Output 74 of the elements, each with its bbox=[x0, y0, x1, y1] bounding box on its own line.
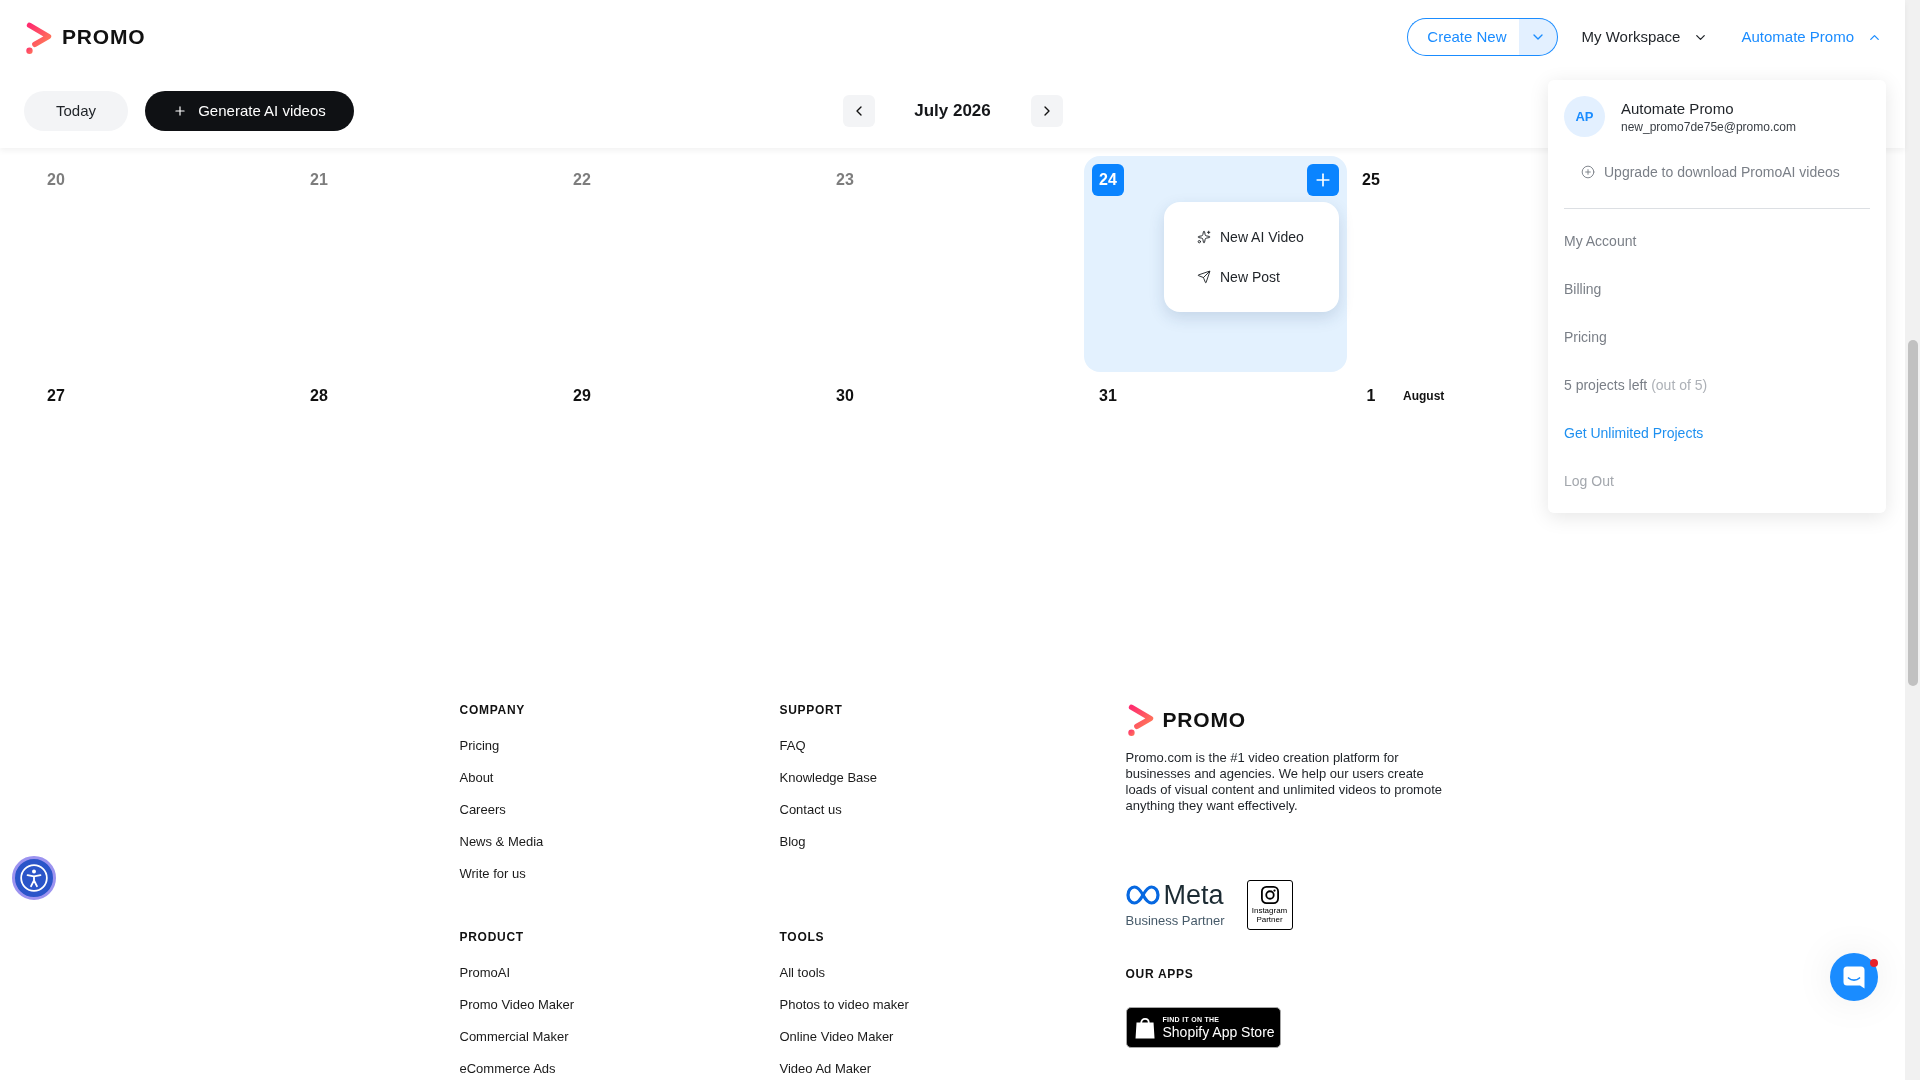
next-month-button[interactable] bbox=[1030, 95, 1063, 127]
meta-wordmark: Meta bbox=[1163, 881, 1224, 909]
camera-icon bbox=[1260, 886, 1279, 904]
footer-heading: OUR APPS bbox=[1125, 966, 1194, 982]
logo-wordmark: PROMO bbox=[1162, 706, 1247, 733]
month-label: August bbox=[1403, 388, 1445, 405]
footer-heading: TOOLS bbox=[779, 929, 825, 945]
footer-link[interactable]: Careers bbox=[459, 800, 506, 820]
today-button[interactable]: Today bbox=[24, 91, 128, 131]
add-event-button[interactable] bbox=[1307, 164, 1339, 196]
chat-bubble-icon bbox=[1843, 965, 1865, 989]
day-number: 1 bbox=[1365, 386, 1377, 406]
account-menu-link[interactable]: Pricing bbox=[1564, 326, 1607, 348]
footer-link[interactable]: Video Ad Maker bbox=[779, 1059, 872, 1079]
account-email: new_promo7de75e@promo.com bbox=[1621, 118, 1796, 135]
day-number: 30 bbox=[835, 386, 855, 406]
footer-heading: SUPPORT bbox=[779, 702, 843, 718]
month-title: July 2026 bbox=[913, 100, 992, 123]
chat-button[interactable] bbox=[1830, 953, 1878, 1001]
day-number: 21 bbox=[309, 170, 329, 190]
footer-link[interactable]: eCommerce Ads bbox=[459, 1059, 556, 1079]
footer-link[interactable]: Contact us bbox=[779, 800, 842, 820]
day-number: 20 bbox=[46, 170, 66, 190]
partner-caption: Business Partner bbox=[1125, 912, 1225, 929]
footer-heading: COMPANY bbox=[459, 702, 525, 718]
projects-quota: 5 projects left (out of 5) bbox=[1564, 375, 1708, 395]
sparkles-icon bbox=[1197, 230, 1211, 244]
day-number: 22 bbox=[572, 170, 592, 190]
footer-link[interactable]: Knowledge Base bbox=[779, 768, 878, 788]
footer-link[interactable]: Blog bbox=[779, 832, 806, 852]
day-number: 25 bbox=[1361, 170, 1381, 190]
day-number: 23 bbox=[835, 170, 855, 190]
menu-item[interactable]: New Post bbox=[1197, 266, 1280, 288]
footer-link[interactable]: Photos to video maker bbox=[779, 995, 909, 1015]
plus-circle-icon bbox=[1581, 165, 1595, 179]
footer-link[interactable]: About bbox=[459, 768, 494, 788]
menu-item[interactable]: New AI Video bbox=[1197, 226, 1304, 248]
footer-link[interactable]: Pricing bbox=[459, 736, 500, 756]
footer-link[interactable]: Online Video Maker bbox=[779, 1027, 894, 1047]
generate-ai-videos-button[interactable]: Generate AI videos bbox=[145, 91, 354, 131]
account-name: Automate Promo bbox=[1621, 98, 1735, 119]
day-number: 27 bbox=[46, 386, 66, 406]
accessibility-icon bbox=[20, 864, 48, 892]
scrollbar[interactable] bbox=[1905, 0, 1920, 1080]
day-number: 29 bbox=[572, 386, 592, 406]
footer-link[interactable]: Promo Video Maker bbox=[459, 995, 575, 1015]
footer-link[interactable]: News & Media bbox=[459, 832, 544, 852]
account-menu-link[interactable]: My Account bbox=[1564, 230, 1637, 252]
footer-link[interactable]: Commercial Maker bbox=[459, 1027, 569, 1047]
footer-link[interactable]: FAQ bbox=[779, 736, 806, 756]
badge-caption: Instagram Partner bbox=[1250, 906, 1289, 924]
plus-icon bbox=[173, 104, 188, 118]
account-menu-link[interactable]: Billing bbox=[1564, 278, 1602, 300]
create-options-button[interactable] bbox=[1518, 18, 1558, 56]
infinity-logo-icon bbox=[1125, 885, 1160, 905]
footer-link[interactable]: Write for us bbox=[459, 864, 526, 884]
nav-menu-button[interactable]: My Workspace bbox=[1581, 25, 1709, 49]
day-number: 28 bbox=[309, 386, 329, 406]
upgrade-link[interactable]: Upgrade to download PromoAI videos bbox=[1581, 161, 1840, 183]
accessibility-button[interactable] bbox=[12, 856, 56, 900]
company-description: Promo.com is the #1 video creation platform for businesses and agencies. We help our users create loads of visual content and unlimited videos to promote anything they want effectively. bbox=[1125, 750, 1444, 814]
play-logo-icon bbox=[1125, 702, 1155, 737]
footer-heading: PRODUCT bbox=[459, 929, 524, 945]
footer-link[interactable]: PromoAI bbox=[459, 963, 511, 983]
avatar-initials: AP bbox=[1564, 96, 1605, 137]
shopping-bag-icon bbox=[1134, 1016, 1155, 1039]
scrollbar-thumb[interactable] bbox=[1907, 340, 1918, 686]
footer-link[interactable]: All tools bbox=[779, 963, 826, 983]
home-logo-link[interactable]: PROMO bbox=[24, 19, 146, 55]
paper-plane-icon bbox=[1197, 270, 1211, 284]
previous-month-button[interactable] bbox=[842, 95, 875, 127]
day-number: 31 bbox=[1098, 386, 1118, 406]
day-number: 24 bbox=[1092, 164, 1124, 196]
selected-day-cell[interactable]: 24 New AI Video New Post bbox=[1084, 156, 1347, 372]
